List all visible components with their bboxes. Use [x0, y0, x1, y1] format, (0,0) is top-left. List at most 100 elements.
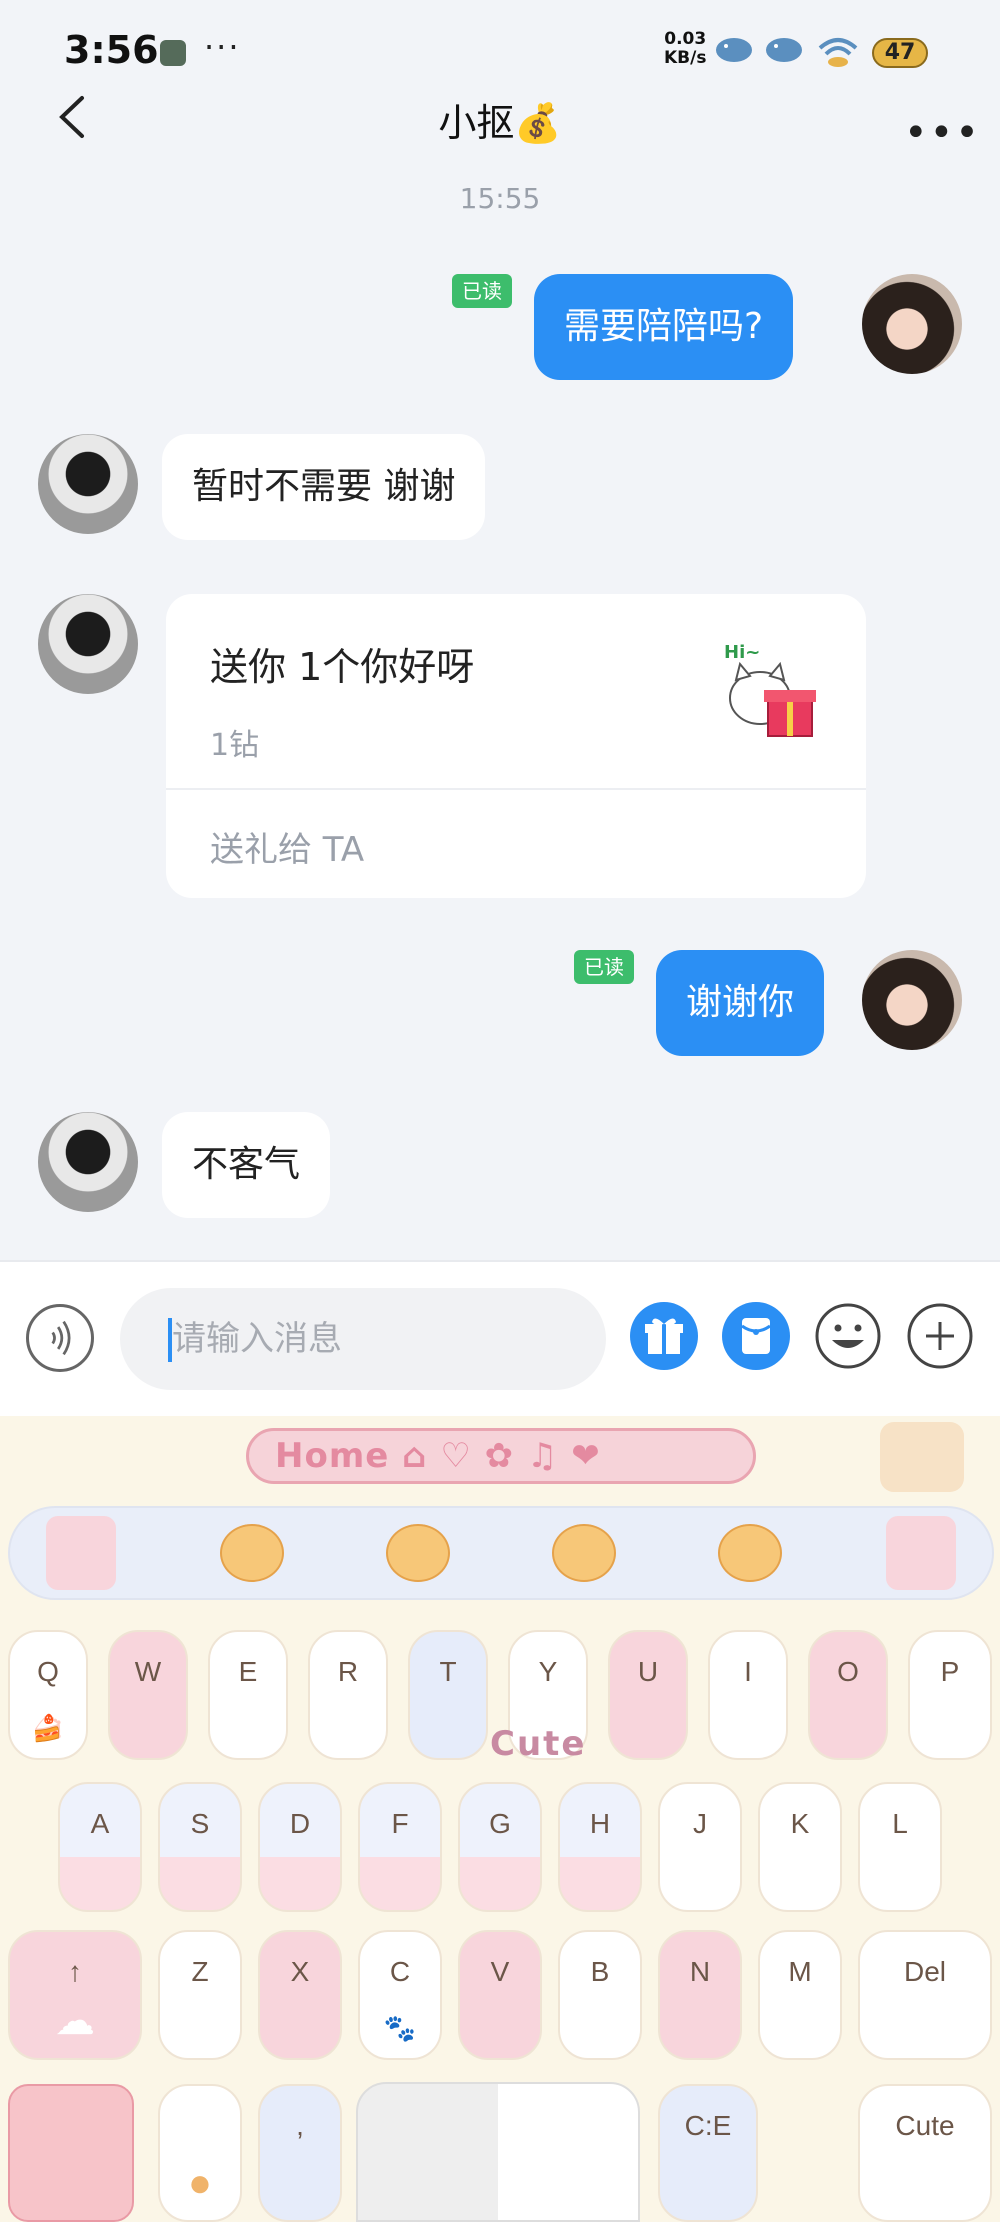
chick-icon[interactable] [220, 1524, 284, 1582]
key-label: C [389, 1956, 411, 1987]
sticker-hi-text: Hi~ [724, 642, 760, 663]
delete-key[interactable]: Del [858, 1930, 992, 2060]
my-avatar[interactable] [862, 950, 962, 1050]
key-t[interactable]: T [408, 1630, 488, 1760]
plus-icon[interactable] [906, 1302, 974, 1370]
message-bubble-outgoing[interactable]: 需要陪陪吗? [534, 274, 794, 380]
keyboard: Home ⌂ ♡ ✿ ♫ ❤ Q 🍰 W E R T Y U I O P Cute… [0, 1416, 1000, 2222]
key-q[interactable]: Q 🍰 [8, 1630, 88, 1760]
emoji-icon[interactable] [814, 1302, 882, 1370]
message-input[interactable] [120, 1288, 606, 1390]
read-receipt: 已读 [574, 950, 634, 984]
input-bar [0, 1260, 1000, 1416]
key-l[interactable]: L [858, 1782, 942, 1912]
chick-icon[interactable] [718, 1524, 782, 1582]
key-u[interactable]: U [608, 1630, 688, 1760]
key-a[interactable]: A [58, 1782, 142, 1912]
key-b[interactable]: B [558, 1930, 642, 2060]
key-i[interactable]: I [708, 1630, 788, 1760]
chat-title: 小抠💰 [438, 101, 562, 145]
network-speed-value: 0.03 [664, 29, 707, 49]
chick-icon[interactable] [552, 1524, 616, 1582]
status-time: 3:56 [64, 28, 159, 72]
key-d[interactable]: D [258, 1782, 342, 1912]
chat-timestamp: 15:55 [459, 182, 541, 215]
key-g[interactable]: G [458, 1782, 542, 1912]
key-f[interactable]: F [358, 1782, 442, 1912]
key-s[interactable]: S [158, 1782, 242, 1912]
chick-icon[interactable] [386, 1524, 450, 1582]
key-label: G [489, 1808, 511, 1839]
enter-key[interactable]: Cute [858, 2084, 992, 2222]
key-j[interactable]: J [658, 1782, 742, 1912]
more-options-icon[interactable]: ••• [904, 110, 981, 156]
bunny-sticker-icon[interactable] [886, 1516, 956, 1590]
key-p[interactable]: P [908, 1630, 992, 1760]
key-label: N [689, 1956, 711, 1987]
gift-price: 1钻 [210, 728, 260, 763]
contact-avatar[interactable] [38, 1112, 138, 1212]
key-h[interactable]: H [558, 1782, 642, 1912]
chick-emoji-key[interactable]: ● [158, 2084, 242, 2222]
cloud-icon: ☁ [55, 1999, 95, 2043]
key-k[interactable]: K [758, 1782, 842, 1912]
key-n[interactable]: N [658, 1930, 742, 2060]
key-label: P [940, 1656, 960, 1687]
key-label: Z [191, 1956, 209, 1987]
key-label: K [790, 1808, 810, 1839]
key-label: C:E [684, 2110, 732, 2141]
key-e[interactable]: E [208, 1630, 288, 1760]
shift-key[interactable]: ↑ ☁ [8, 1930, 142, 2060]
network-speed: 0.03 KB/s [664, 30, 706, 68]
key-w[interactable]: W [108, 1630, 188, 1760]
divider [166, 788, 866, 790]
paw-icon: 🐾 [383, 2013, 417, 2043]
gift-icon[interactable] [630, 1302, 698, 1370]
keyboard-banner-text: Home [275, 1436, 390, 1476]
key-x[interactable]: X [258, 1930, 342, 2060]
red-packet-icon[interactable] [722, 1302, 790, 1370]
gift-card[interactable]: 送你 1个你好呀 1钻 Hi~ 送礼给 TA [166, 594, 866, 898]
text-cursor [168, 1318, 172, 1362]
cute-decoration: Cute [490, 1724, 587, 1764]
cake-icon: 🍰 [31, 1713, 65, 1743]
contact-avatar[interactable] [38, 594, 138, 694]
key-r[interactable]: R [308, 1630, 388, 1760]
message-bubble-outgoing[interactable]: 谢谢你 [656, 950, 825, 1056]
app-notification-icon [160, 40, 186, 66]
message-bubble-incoming[interactable]: 不客气 [162, 1112, 331, 1218]
keyboard-skin-icon[interactable] [880, 1422, 964, 1492]
my-avatar[interactable] [862, 274, 962, 374]
lang-switch-key[interactable]: C:E [658, 2084, 758, 2222]
key-z[interactable]: Z [158, 1930, 242, 2060]
noodle-sticker-key[interactable] [8, 2084, 134, 2222]
keyboard-banner[interactable]: Home ⌂ ♡ ✿ ♫ ❤ [246, 1428, 756, 1484]
chick-key-icon: ● [187, 2161, 213, 2205]
key-label: Y [538, 1656, 558, 1687]
wifi-icon [818, 38, 858, 67]
bunny-sticker-icon[interactable] [46, 1516, 116, 1590]
cat-gift-sticker-icon: Hi~ [724, 642, 816, 737]
key-label: L [892, 1808, 908, 1839]
send-gift-link[interactable]: 送礼给 TA [210, 822, 364, 871]
message-bubble-incoming[interactable]: 暂时不需要 谢谢 [162, 434, 486, 540]
key-label: S [190, 1808, 210, 1839]
key-c[interactable]: C 🐾 [358, 1930, 442, 2060]
key-label: M [788, 1956, 812, 1987]
key-m[interactable]: M [758, 1930, 842, 2060]
key-label: Cute [895, 2110, 955, 2141]
key-label: R [337, 1656, 359, 1687]
candidate-bar [8, 1506, 994, 1600]
battery-indicator: 47 [872, 38, 928, 68]
key-label: I [744, 1656, 752, 1687]
key-label: D [289, 1808, 311, 1839]
space-key[interactable] [356, 2082, 640, 2222]
voice-input-icon[interactable] [26, 1304, 94, 1372]
contact-avatar[interactable] [38, 434, 138, 534]
key-o[interactable]: O [808, 1630, 888, 1760]
key-label: O [837, 1656, 859, 1687]
network-speed-unit: KB/s [664, 48, 707, 68]
comma-key[interactable]: , [258, 2084, 342, 2222]
key-label: J [693, 1808, 707, 1839]
key-v[interactable]: V [458, 1930, 542, 2060]
